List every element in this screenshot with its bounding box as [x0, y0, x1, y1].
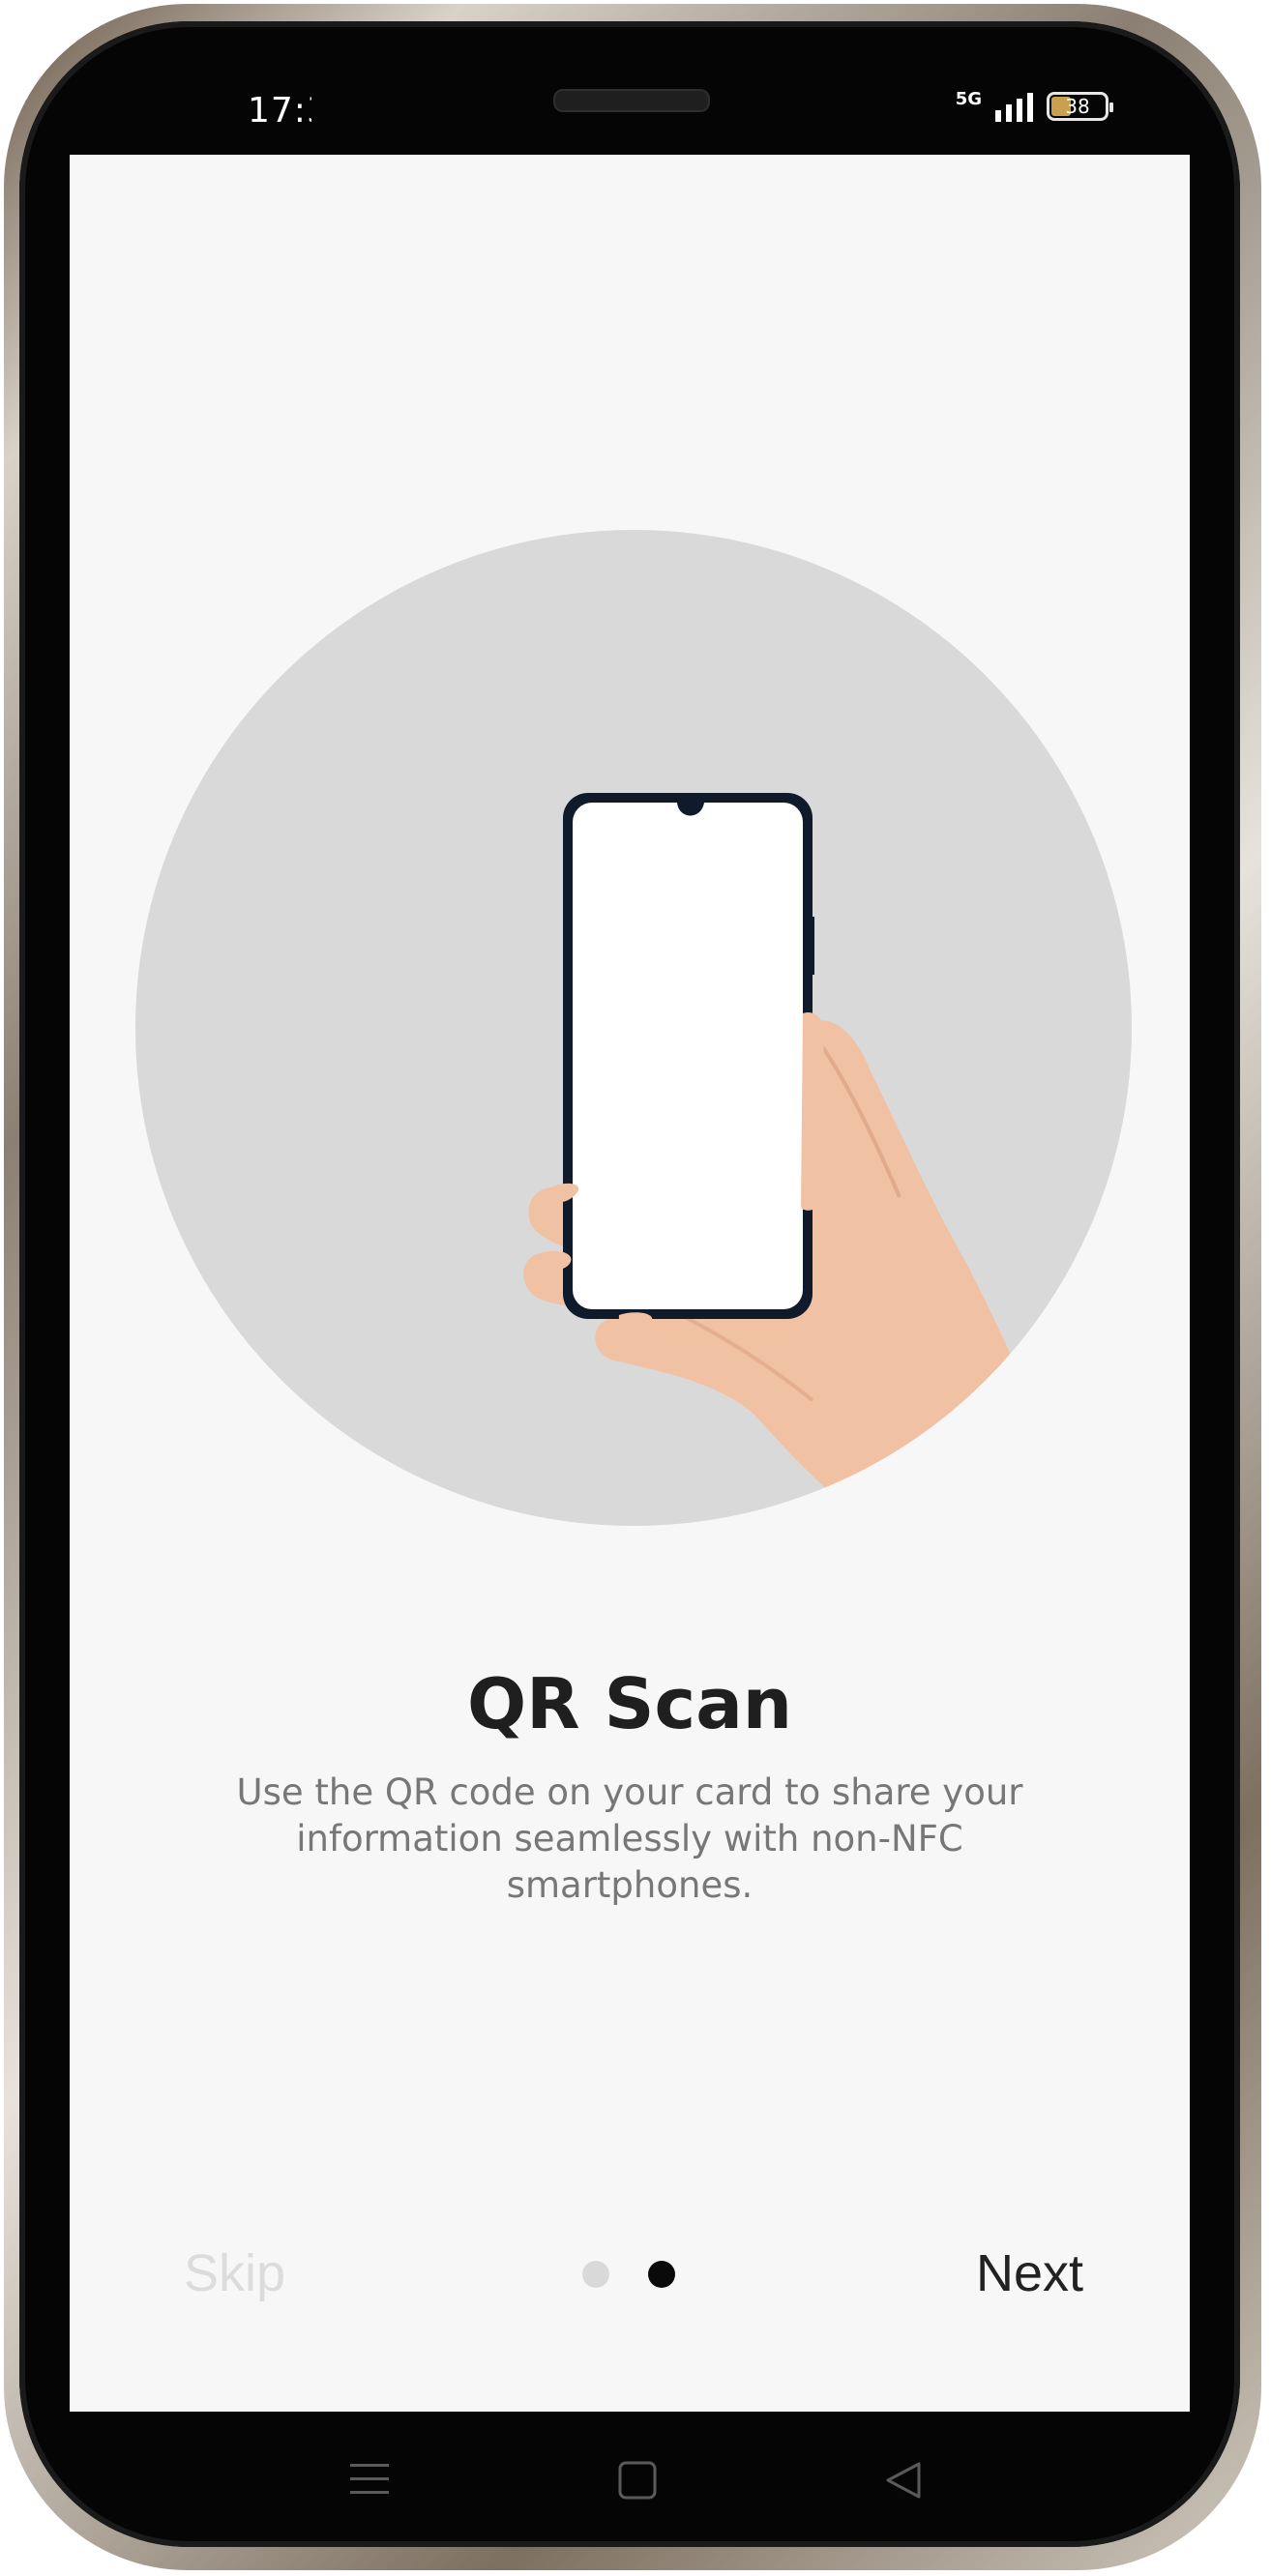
battery-level: 38 — [1065, 95, 1090, 118]
back-triangle-icon[interactable] — [884, 2460, 923, 2501]
menu-icon[interactable] — [348, 2460, 391, 2499]
onboarding-description: Use the QR code on your card to share yo… — [236, 1771, 1023, 1906]
status-icons: 5G 38 — [955, 88, 1113, 122]
page-dot-1 — [582, 2261, 609, 2288]
next-button[interactable]: Next — [976, 2243, 1083, 2303]
page-dot-2 — [648, 2261, 675, 2288]
skip-button[interactable]: Skip — [184, 2243, 285, 2303]
onboarding-title: QR Scan — [466, 1663, 793, 1744]
app-screen: QR Scan Use the QR code on your card to … — [70, 155, 1190, 2412]
hand-holding-phone-illustration — [523, 793, 1035, 1526]
page-indicator — [582, 2261, 675, 2288]
system-nav-bar — [70, 2412, 1190, 2537]
status-bar: 17:3 5G 38 — [0, 0, 1271, 166]
battery-icon: 38 — [1047, 92, 1113, 121]
illustration-circle — [135, 530, 1132, 1526]
network-type: 5G — [955, 88, 982, 109]
home-square-icon[interactable] — [617, 2460, 658, 2501]
signal-icon — [995, 91, 1033, 122]
speaker-grille — [553, 89, 710, 112]
